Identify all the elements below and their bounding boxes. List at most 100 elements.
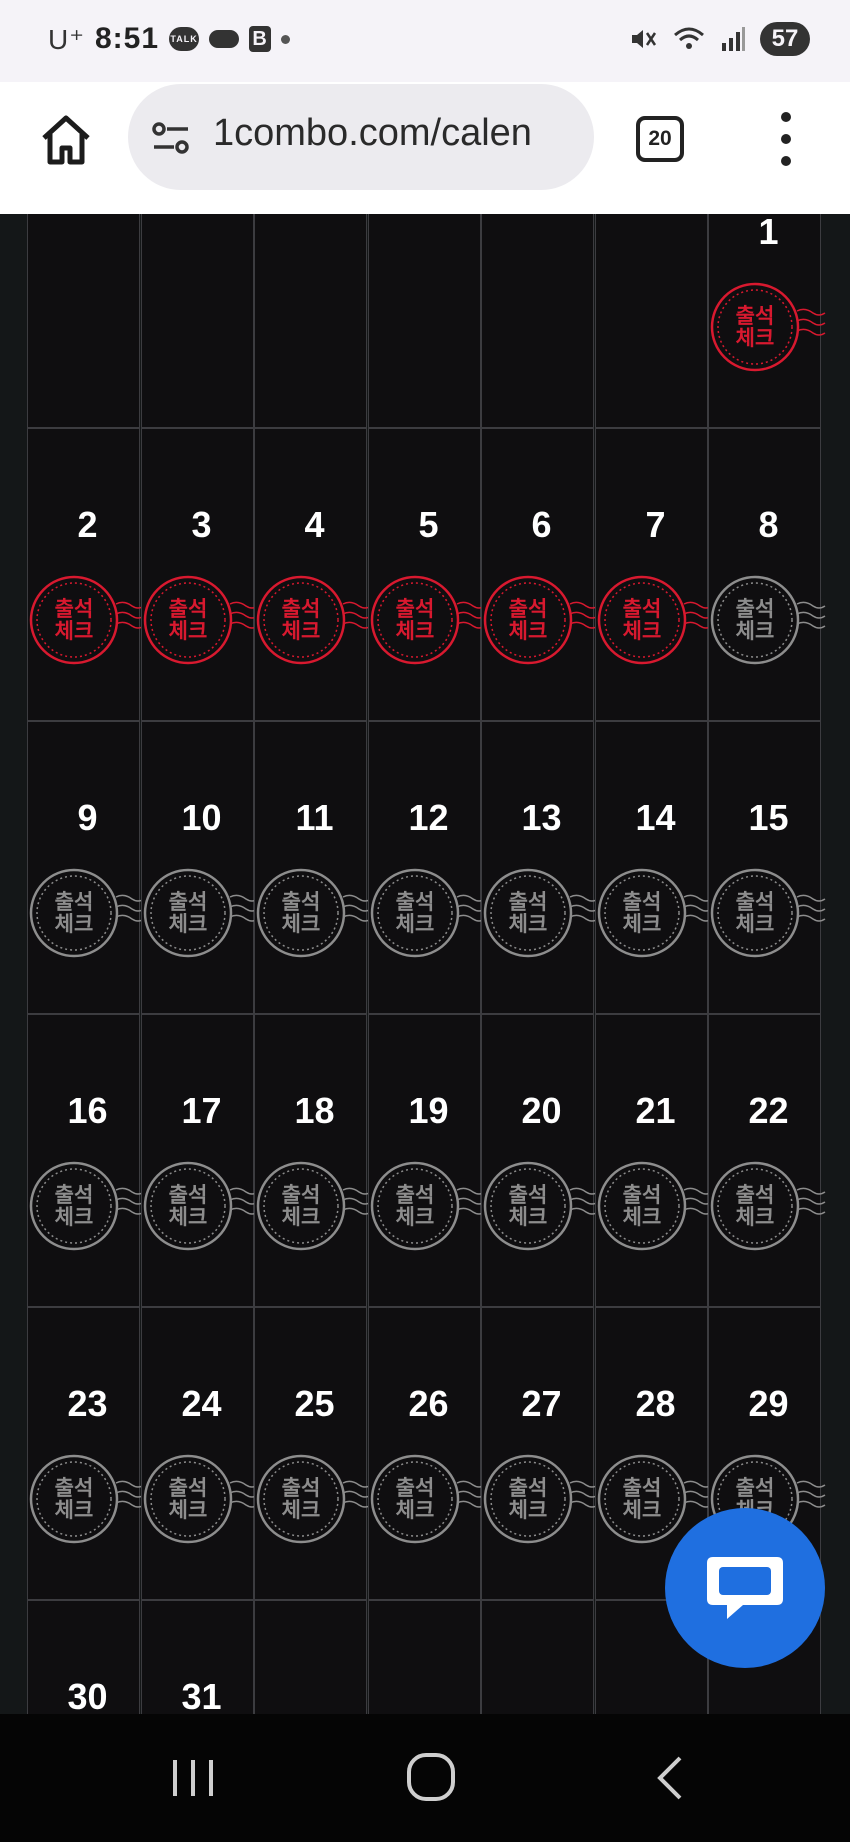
calendar-day-cell[interactable]: 2 출석 체크 [27, 428, 145, 721]
site-settings-icon[interactable] [150, 120, 192, 156]
notification-dot-icon [281, 34, 291, 44]
stamp-label-bottom: 체크 [395, 1205, 435, 1229]
calendar-day-cell[interactable]: 24 출석 체크 [141, 1307, 259, 1600]
calendar-day-cell[interactable]: 11 출석 체크 [254, 721, 372, 1014]
recent-apps-icon[interactable] [170, 1758, 216, 1798]
stamp-label-bottom: 체크 [281, 1205, 321, 1229]
stamp-label: 출석체크 [255, 574, 347, 666]
calendar-day-cell[interactable]: 20 출석 체크 [481, 1014, 599, 1307]
signal-icon [722, 27, 745, 51]
stamp-label-bottom: 체크 [168, 1498, 208, 1522]
stamp-label: 출석체크 [142, 574, 234, 666]
stamp-label-top: 출석 [395, 1183, 435, 1207]
url-text[interactable]: 1combo.com/calen [213, 112, 532, 155]
attendance-stamp-unchecked: 출석체크 [28, 1453, 145, 1545]
address-bar[interactable]: 1combo.com/calen [128, 84, 594, 190]
wifi-icon [674, 27, 704, 49]
stamp-label-bottom: 체크 [622, 1205, 662, 1229]
calendar-day-cell[interactable]: 31출석체크 [141, 1600, 254, 1714]
stamp-label-top: 출석 [395, 1476, 435, 1500]
stamp-label-top: 출석 [622, 1183, 662, 1207]
calendar-day-cell[interactable]: 9 출석 체크 [27, 721, 145, 1014]
day-number: 9 [77, 797, 98, 838]
more-menu-icon[interactable] [776, 112, 796, 166]
tab-switcher-button[interactable]: 20 [636, 116, 684, 162]
calendar-day-cell[interactable]: 21 출석 체크 [595, 1014, 713, 1307]
calendar-day-cell[interactable]: 1 출석 체크 [708, 214, 826, 428]
calendar-empty-cell [368, 1600, 481, 1714]
stamp-label-top: 출석 [395, 597, 435, 621]
stamp-label: 출석체크 [142, 867, 234, 959]
attendance-stamp-checked: 출석 체크 [255, 574, 372, 666]
calendar-day-cell[interactable]: 16 출석 체크 [27, 1014, 145, 1307]
attendance-stamp-unchecked: 출석체크 [709, 574, 826, 666]
calendar-day-cell[interactable]: 3 출석 체크 [141, 428, 259, 721]
attendance-stamp-checked: 출석 체크 [482, 574, 599, 666]
attendance-stamp-unchecked: 출석체크 [482, 867, 599, 959]
calendar-day-cell[interactable]: 27 출석 체크 [481, 1307, 599, 1600]
attendance-stamp-checked: 출석 체크 [709, 281, 826, 373]
day-number: 27 [521, 1383, 562, 1424]
calendar-day-cell[interactable]: 5 출석 체크 [368, 428, 486, 721]
calendar-day-cell[interactable]: 6 출석 체크 [481, 428, 599, 721]
calendar-day-cell[interactable]: 18 출석 체크 [254, 1014, 372, 1307]
calendar-day-cell[interactable]: 8 출석 체크 [708, 428, 826, 721]
attendance-stamp-unchecked: 출석체크 [482, 1453, 599, 1545]
calendar-day-cell[interactable]: 25 출석 체크 [254, 1307, 372, 1600]
stamp-label-bottom: 체크 [735, 326, 775, 350]
attendance-stamp-unchecked: 출석체크 [369, 867, 486, 959]
calendar-day-cell[interactable]: 17 출석 체크 [141, 1014, 259, 1307]
day-number: 1 [758, 214, 779, 252]
day-number: 24 [181, 1383, 222, 1424]
stamp-label: 출석체크 [28, 867, 120, 959]
chat-button[interactable] [665, 1508, 825, 1668]
stamp-label: 출석체크 [369, 867, 461, 959]
back-chevron-icon[interactable] [650, 1754, 690, 1802]
stamp-label-top: 출석 [168, 1183, 208, 1207]
calendar: 1 출석 체크 2 출석 체크 3 출석 체크 4 출석 체크 5 출석 체크 6 출석 체크 7 출석 체크 8 출석 체크… [0, 214, 850, 1714]
calendar-empty-cell [368, 214, 481, 428]
stamp-label-bottom: 체크 [508, 1498, 548, 1522]
calendar-empty-cell [254, 214, 367, 428]
calendar-day-cell[interactable]: 30출석체크 [27, 1600, 140, 1714]
attendance-stamp-unchecked: 출석체크 [596, 867, 713, 959]
calendar-day-cell[interactable]: 26 출석 체크 [368, 1307, 486, 1600]
stamp-label: 출석체크 [369, 574, 461, 666]
calendar-day-cell[interactable]: 23 출석 체크 [27, 1307, 145, 1600]
stamp-label-top: 출석 [281, 890, 321, 914]
stamp-label-top: 출석 [735, 1183, 775, 1207]
home-circle-icon[interactable] [405, 1752, 457, 1802]
day-number: 6 [531, 504, 552, 545]
stamp-label-bottom: 체크 [54, 1498, 94, 1522]
calendar-day-cell[interactable]: 19 출석 체크 [368, 1014, 486, 1307]
system-nav-bar [0, 1714, 850, 1842]
calendar-day-cell[interactable]: 10 출석 체크 [141, 721, 259, 1014]
calendar-empty-cell [254, 1600, 367, 1714]
calendar-day-cell[interactable]: 14 출석 체크 [595, 721, 713, 1014]
attendance-stamp-unchecked: 출석체크 [255, 1160, 372, 1252]
stamp-label: 출석체크 [255, 1453, 347, 1545]
day-number: 15 [748, 797, 789, 838]
stamp-label-bottom: 체크 [281, 1498, 321, 1522]
home-icon[interactable] [38, 112, 94, 168]
attendance-stamp-checked: 출석 체크 [28, 574, 145, 666]
attendance-stamp-unchecked: 출석체크 [709, 1160, 826, 1252]
calendar-day-cell[interactable]: 22 출석 체크 [708, 1014, 826, 1307]
day-number: 16 [67, 1090, 108, 1131]
attendance-stamp-unchecked: 출석체크 [482, 1160, 599, 1252]
stamp-label: 출석체크 [28, 574, 120, 666]
stamp-label-top: 출석 [508, 1476, 548, 1500]
day-number: 29 [748, 1383, 789, 1424]
calendar-day-cell[interactable]: 7 출석 체크 [595, 428, 713, 721]
calendar-day-cell[interactable]: 15 출석 체크 [708, 721, 826, 1014]
browser-toolbar: 1combo.com/calen 20 [0, 82, 850, 215]
carrier-label: U⁺ [48, 23, 85, 55]
calendar-day-cell[interactable]: 4 출석 체크 [254, 428, 372, 721]
day-number: 11 [295, 797, 334, 838]
kakaotalk-icon: TALK [169, 27, 200, 51]
stamp-label-top: 출석 [168, 890, 208, 914]
stamp-label: 출석체크 [255, 867, 347, 959]
calendar-day-cell[interactable]: 13 출석 체크 [481, 721, 599, 1014]
stamp-label-bottom: 체크 [168, 619, 208, 643]
calendar-day-cell[interactable]: 12 출석 체크 [368, 721, 486, 1014]
